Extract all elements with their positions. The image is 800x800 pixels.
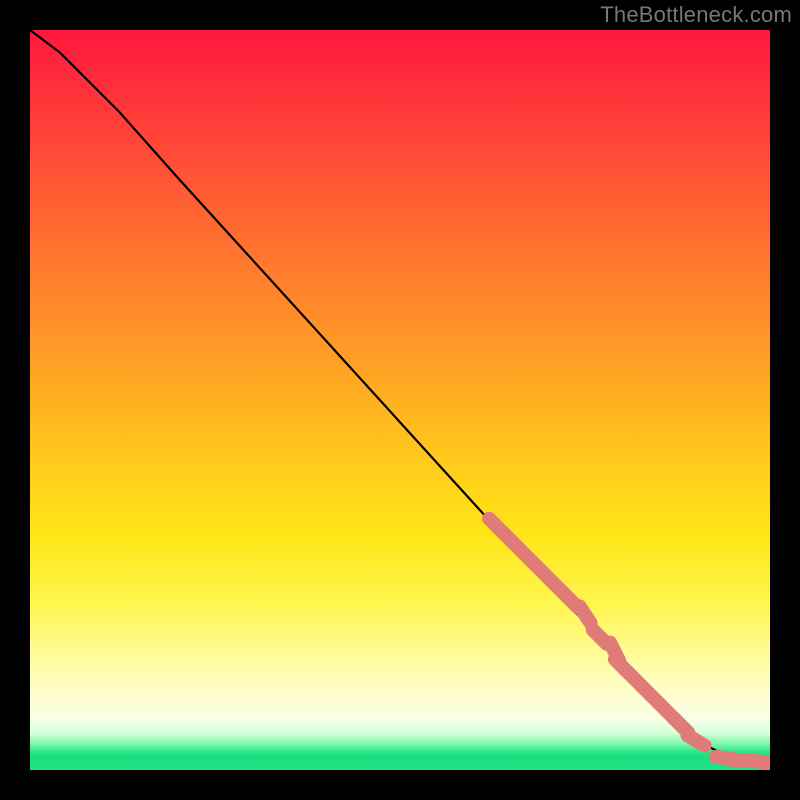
bottleneck-curve-line (30, 30, 770, 763)
curve-svg (30, 30, 770, 770)
chart-frame: TheBottleneck.com (0, 0, 800, 800)
plot-area (30, 30, 770, 770)
highlight-marker (687, 735, 704, 745)
highlight-marker (760, 762, 770, 764)
highlight-markers (489, 519, 770, 764)
watermark-text: TheBottleneck.com (600, 2, 792, 28)
highlight-marker (580, 606, 591, 623)
